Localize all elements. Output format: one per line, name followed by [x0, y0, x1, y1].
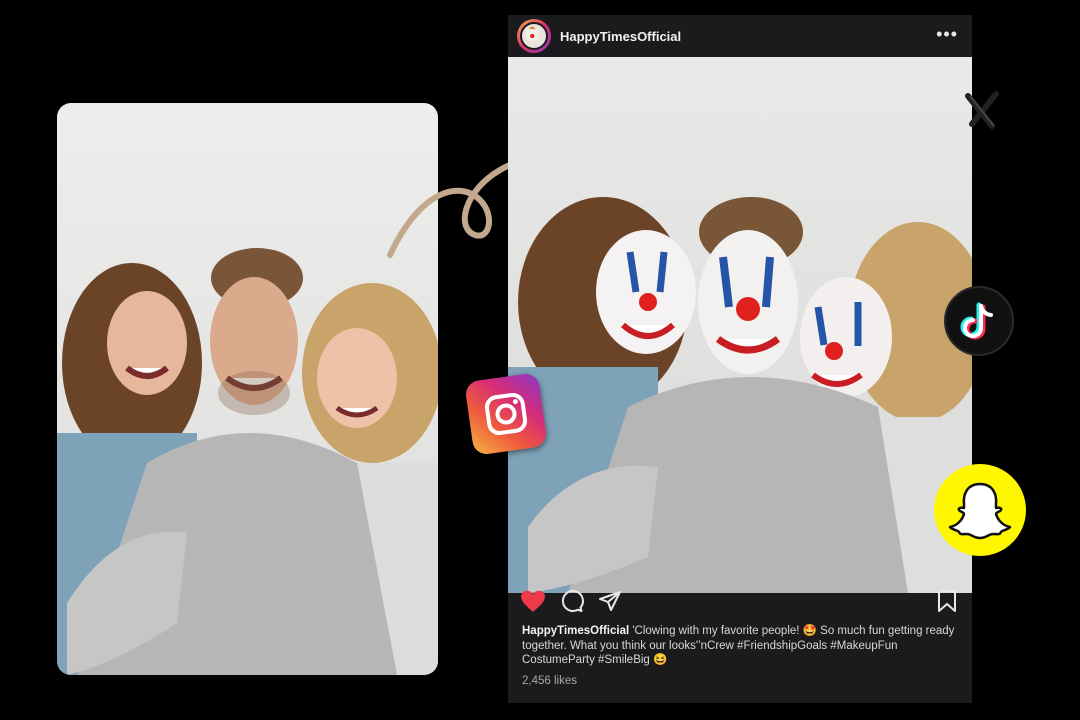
share-icon[interactable] — [598, 589, 622, 613]
social-post: HappyTimesOfficial ••• HappyTimesOfficia… — [508, 15, 972, 703]
x-logo-icon — [965, 91, 999, 129]
tiktok-icon — [944, 286, 1014, 356]
likes-count[interactable]: 2,456 likes — [522, 675, 577, 687]
post-photo — [508, 57, 972, 593]
heart-icon[interactable] — [520, 589, 546, 613]
post-actions — [508, 589, 972, 619]
instagram-icon — [464, 372, 548, 456]
bookmark-icon[interactable] — [936, 589, 958, 613]
comment-icon[interactable] — [560, 589, 584, 613]
snapchat-icon — [934, 464, 1026, 556]
caption-username[interactable]: HappyTimesOfficial — [522, 625, 629, 637]
post-caption: HappyTimesOfficial 'Clowing with my favo… — [522, 624, 968, 668]
avatar[interactable] — [517, 19, 551, 53]
more-options-icon[interactable]: ••• — [936, 25, 958, 43]
post-header: HappyTimesOfficial ••• — [508, 15, 972, 57]
post-username[interactable]: HappyTimesOfficial — [560, 29, 681, 44]
